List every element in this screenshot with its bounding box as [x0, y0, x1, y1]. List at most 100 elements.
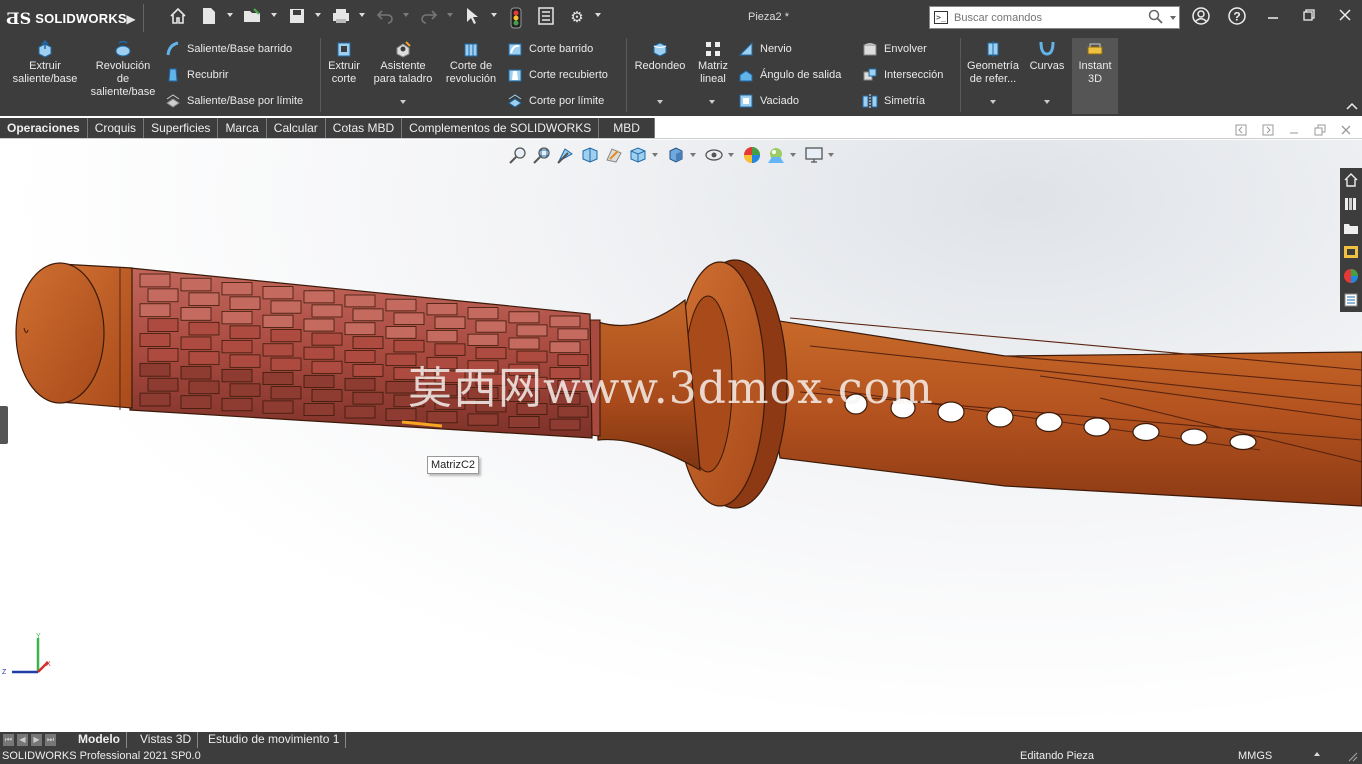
viewport-close-icon[interactable] — [1339, 124, 1353, 138]
print-dropdown-icon[interactable] — [359, 13, 365, 17]
tab-estudio-movimiento[interactable]: Estudio de movimiento 1 — [202, 732, 347, 748]
zoom-to-fit-icon[interactable] — [508, 145, 528, 165]
select-arrow-icon[interactable] — [461, 7, 483, 29]
reference-geometry-dropdown-icon[interactable] — [990, 100, 996, 104]
curvas-button[interactable]: Curvas — [1026, 40, 1068, 73]
solidworks-logo[interactable]: ƋS SOLIDWORKS — [6, 8, 127, 28]
expand-menu-icon[interactable]: ▶ — [120, 8, 142, 30]
hide-show-items-icon[interactable] — [704, 145, 724, 165]
save-icon[interactable] — [286, 7, 308, 29]
rebuild-icon[interactable] — [505, 7, 527, 29]
hole-wizard-dropdown-icon[interactable] — [400, 100, 406, 104]
viewport-prev-icon[interactable] — [1234, 124, 1248, 138]
view-orientation-dropdown-icon[interactable] — [652, 153, 658, 157]
geometria-referencia-button[interactable]: Geometría de refer... — [963, 40, 1023, 86]
apply-scene-icon[interactable] — [766, 145, 786, 165]
asistente-taladro-button[interactable]: Asistente para taladro — [368, 40, 438, 86]
next-tab-arrow-icon[interactable]: ▶ — [31, 734, 42, 746]
previous-view-icon[interactable] — [556, 145, 576, 165]
save-dropdown-icon[interactable] — [315, 13, 321, 17]
tab-calcular[interactable]: Calcular — [267, 118, 326, 138]
tab-complementos[interactable]: Complementos de SOLIDWORKS — [402, 118, 600, 138]
pommel-cap[interactable] — [15, 262, 105, 404]
collapse-ribbon-icon[interactable] — [1346, 100, 1358, 114]
redo-icon[interactable] — [418, 7, 440, 29]
last-tab-arrow-icon[interactable]: ⏭ — [45, 734, 56, 746]
first-tab-arrow-icon[interactable]: ⏮ — [3, 734, 14, 746]
appearances-tab[interactable] — [1340, 264, 1362, 288]
view-settings-dropdown-icon[interactable] — [828, 153, 834, 157]
simetria-button[interactable]: Simetría — [862, 91, 925, 111]
tab-mbd[interactable]: MBD — [599, 118, 655, 138]
graphics-viewport[interactable]: 莫西网www.3dmox.com MatrizC2 Y Z X — [0, 140, 1362, 732]
viewport-next-icon[interactable] — [1261, 124, 1275, 138]
nervio-button[interactable]: Nervio — [738, 39, 792, 59]
new-document-icon[interactable] — [198, 7, 220, 29]
section-view-icon[interactable] — [580, 145, 600, 165]
view-palette-tab[interactable] — [1340, 240, 1362, 264]
print-icon[interactable] — [330, 7, 352, 29]
file-explorer-tab[interactable] — [1340, 216, 1362, 240]
redondeo-button[interactable]: Redondeo — [630, 40, 690, 73]
open-icon[interactable] — [242, 7, 264, 29]
viewport-restore-icon[interactable] — [1313, 124, 1327, 138]
apply-scene-dropdown-icon[interactable] — [790, 153, 796, 157]
feature-manager-expand-handle[interactable] — [0, 406, 8, 444]
unit-system[interactable]: MMGS — [1238, 748, 1272, 764]
fillet-dropdown-icon[interactable] — [657, 100, 663, 104]
unit-system-dropdown-icon[interactable] — [1314, 752, 1320, 756]
minimize-icon[interactable] — [1260, 6, 1286, 30]
custom-properties-tab[interactable] — [1340, 288, 1362, 312]
tab-marca[interactable]: Marca — [218, 118, 267, 138]
file-properties-icon[interactable] — [535, 7, 557, 29]
redo-dropdown-icon[interactable] — [447, 13, 453, 17]
search-box[interactable]: >_ — [929, 6, 1180, 29]
view-orientation-icon[interactable] — [628, 145, 648, 165]
saliente-barrido-button[interactable]: Saliente/Base barrido — [165, 39, 292, 59]
search-dropdown-icon[interactable] — [1170, 16, 1176, 20]
recubrir-button[interactable]: Recubrir — [165, 65, 229, 85]
prev-tab-arrow-icon[interactable]: ◀ — [17, 734, 28, 746]
tab-superficies[interactable]: Superficies — [144, 118, 219, 138]
options-dropdown-icon[interactable] — [595, 13, 601, 17]
view-settings-icon[interactable] — [804, 145, 824, 165]
open-dropdown-icon[interactable] — [271, 13, 277, 17]
extruir-saliente-button[interactable]: Extruir saliente/base — [8, 40, 82, 86]
tab-operaciones[interactable]: Operaciones — [0, 118, 88, 138]
revolucion-saliente-button[interactable]: Revolución de saliente/base — [86, 40, 160, 99]
pattern-dropdown-icon[interactable] — [709, 100, 715, 104]
display-style-icon[interactable] — [666, 145, 686, 165]
saliente-limite-button[interactable]: Saliente/Base por límite — [165, 91, 303, 111]
task-pane-resources-tab[interactable] — [1340, 168, 1362, 192]
vaciado-button[interactable]: Vaciado — [738, 91, 799, 111]
interseccion-button[interactable]: Intersección — [862, 65, 943, 85]
viewport-minimize-icon[interactable] — [1287, 124, 1301, 138]
dynamic-annotation-icon[interactable] — [604, 145, 624, 165]
search-icon[interactable] — [1148, 9, 1163, 27]
tab-modelo[interactable]: Modelo — [72, 732, 127, 748]
restore-icon[interactable] — [1296, 6, 1322, 30]
undo-icon[interactable] — [374, 7, 396, 29]
matriz-lineal-button[interactable]: Matriz lineal — [694, 40, 732, 86]
help-icon[interactable]: ? — [1224, 6, 1250, 30]
new-dropdown-icon[interactable] — [227, 13, 233, 17]
options-gear-icon[interactable]: ⚙ — [566, 7, 588, 29]
design-library-tab[interactable] — [1340, 192, 1362, 216]
select-dropdown-icon[interactable] — [491, 13, 497, 17]
hide-show-dropdown-icon[interactable] — [728, 153, 734, 157]
zoom-to-area-icon[interactable] — [532, 145, 552, 165]
tab-croquis[interactable]: Croquis — [88, 118, 145, 138]
envolver-button[interactable]: Envolver — [862, 39, 927, 59]
tab-vistas-3d[interactable]: Vistas 3D — [134, 732, 199, 748]
corte-limite-button[interactable]: Corte por límite — [507, 91, 604, 111]
corte-recubierto-button[interactable]: Corte recubierto — [507, 65, 608, 85]
close-icon[interactable] — [1332, 6, 1358, 30]
tab-cotas-mbd[interactable]: Cotas MBD — [326, 118, 403, 138]
angulo-salida-button[interactable]: Ángulo de salida — [738, 65, 841, 85]
search-input[interactable] — [954, 10, 1134, 26]
instant3d-button[interactable]: Instant 3D — [1072, 40, 1118, 86]
home-icon[interactable] — [167, 7, 189, 29]
user-account-icon[interactable] — [1188, 6, 1214, 30]
curves-dropdown-icon[interactable] — [1044, 100, 1050, 104]
undo-dropdown-icon[interactable] — [403, 13, 409, 17]
